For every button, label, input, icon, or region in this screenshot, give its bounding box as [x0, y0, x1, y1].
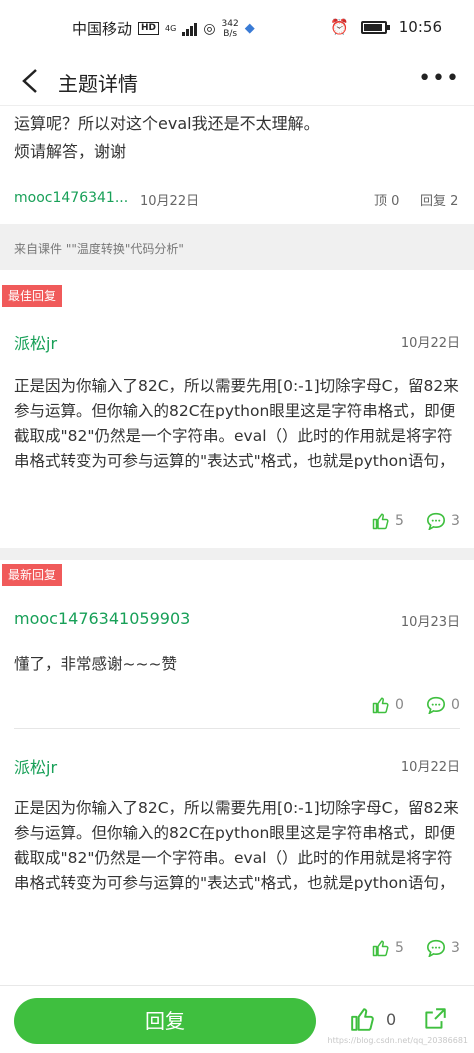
question-text-line2: 烦请解答，谢谢 [14, 142, 127, 161]
thumbs-up-icon [372, 697, 389, 714]
status-right: ⏰ 10:56 [330, 18, 442, 36]
speed-unit: B/s [223, 28, 238, 39]
best-reply-tag: 最佳回复 [2, 285, 63, 307]
page-title: 主题详情 [58, 72, 138, 96]
comment-icon [426, 512, 446, 530]
like-topic-button[interactable]: 0 [350, 1006, 396, 1032]
source-text[interactable]: 来自课件 ""温度转换"代码分析" [14, 240, 184, 257]
like-count: 5 [395, 513, 404, 529]
like-button[interactable]: 5 [372, 939, 404, 957]
question-text: 运算呢？所以对这个eval我还是不太理解。 烦请解答，谢谢 [14, 110, 464, 166]
question-date: 10月22日 [140, 194, 200, 209]
source-section: 来自课件 ""温度转换"代码分析" [0, 224, 474, 270]
comment-button[interactable]: 3 [426, 512, 460, 530]
like-button[interactable]: 0 [372, 696, 404, 714]
speed-value: 342 [221, 18, 239, 29]
answer-author[interactable]: 派松jr [14, 330, 57, 354]
thumbs-up-icon [372, 940, 389, 957]
question-text-line1: 运算呢？所以对这个eval我还是不太理解。 [14, 114, 320, 133]
comment-button[interactable]: 0 [426, 696, 460, 714]
answer-text: 正是因为你输入了82C，所以需要先用[0:-1]切除字母C，留82来参与运算。但… [14, 799, 459, 892]
share-icon[interactable] [422, 1006, 448, 1036]
bottom-bar: 回复 0 https://blog.csdn.net/qq_20386681 [0, 985, 474, 1053]
app-notification-icon: ◆ [244, 21, 255, 36]
more-dots-icon[interactable]: ••• [418, 66, 460, 91]
comment-icon [426, 939, 446, 957]
reply-count[interactable]: 回复 2 [420, 190, 458, 209]
answer-author[interactable]: mooc1476341059903 [14, 609, 190, 628]
answer-date: 10月23日 [400, 615, 460, 630]
answer-card: 派松jr 10月22日 正是因为你输入了82C，所以需要先用[0:-1]切除字母… [0, 729, 474, 985]
watermark: https://blog.csdn.net/qq_20386681 [327, 1036, 468, 1045]
latest-reply-tag: 最新回复 [2, 564, 63, 586]
thumbs-up-icon [351, 1008, 374, 1031]
clock: 10:56 [398, 18, 442, 36]
signal-icon [182, 22, 198, 36]
reply-button[interactable]: 回复 [14, 998, 316, 1044]
question-author[interactable]: mooc1476341... [14, 190, 128, 206]
answer-date: 10月22日 [400, 336, 460, 351]
answer-author[interactable]: 派松jr [14, 754, 57, 778]
answer-card-latest: 最新回复 mooc1476341059903 10月23日 懂了，非常感谢~~~… [0, 560, 474, 728]
comment-count: 0 [451, 697, 460, 713]
carrier-name: 中国移动 [72, 20, 133, 38]
question-card: 运算呢？所以对这个eval我还是不太理解。 烦请解答，谢谢 mooc147634… [0, 106, 474, 224]
thumbs-up-icon [372, 513, 389, 530]
status-bar: 中国移动 HD 4G ◎ 342 B/s ◆ ⏰ 10:56 [0, 0, 474, 58]
wifi-icon: ◎ [203, 20, 216, 37]
app-header: 主题详情 ••• [0, 58, 474, 106]
comment-button[interactable]: 3 [426, 939, 460, 957]
comment-count: 3 [451, 940, 460, 956]
network-type: 4G [165, 24, 177, 33]
hd-badge: HD [138, 22, 160, 35]
comment-icon [426, 696, 446, 714]
comment-count: 3 [451, 513, 460, 529]
question-meta: mooc1476341... 10月22日 顶 0 回复 2 [0, 190, 474, 220]
alarm-icon: ⏰ [330, 18, 349, 36]
topic-like-count: 0 [386, 1009, 397, 1029]
like-count: 5 [395, 940, 404, 956]
answer-text: 正是因为你输入了82C，所以需要先用[0:-1]切除字母C，留82来参与运算。但… [14, 377, 459, 470]
battery-icon [360, 20, 390, 34]
answer-card-best: 最佳回复 派松jr 10月22日 正是因为你输入了82C，所以需要先用[0:-1… [0, 270, 474, 548]
upvote-button[interactable]: 顶 0 [374, 190, 399, 209]
like-button[interactable]: 5 [372, 512, 404, 530]
like-count: 0 [395, 697, 404, 713]
divider [0, 548, 474, 560]
answer-date: 10月22日 [400, 760, 460, 775]
back-chevron-icon[interactable] [18, 66, 48, 96]
network-speed: 342 B/s [222, 19, 239, 39]
status-left: 中国移动 HD 4G ◎ 342 B/s ◆ [72, 18, 255, 39]
answer-text: 懂了，非常感谢~~~赞 [14, 655, 177, 673]
